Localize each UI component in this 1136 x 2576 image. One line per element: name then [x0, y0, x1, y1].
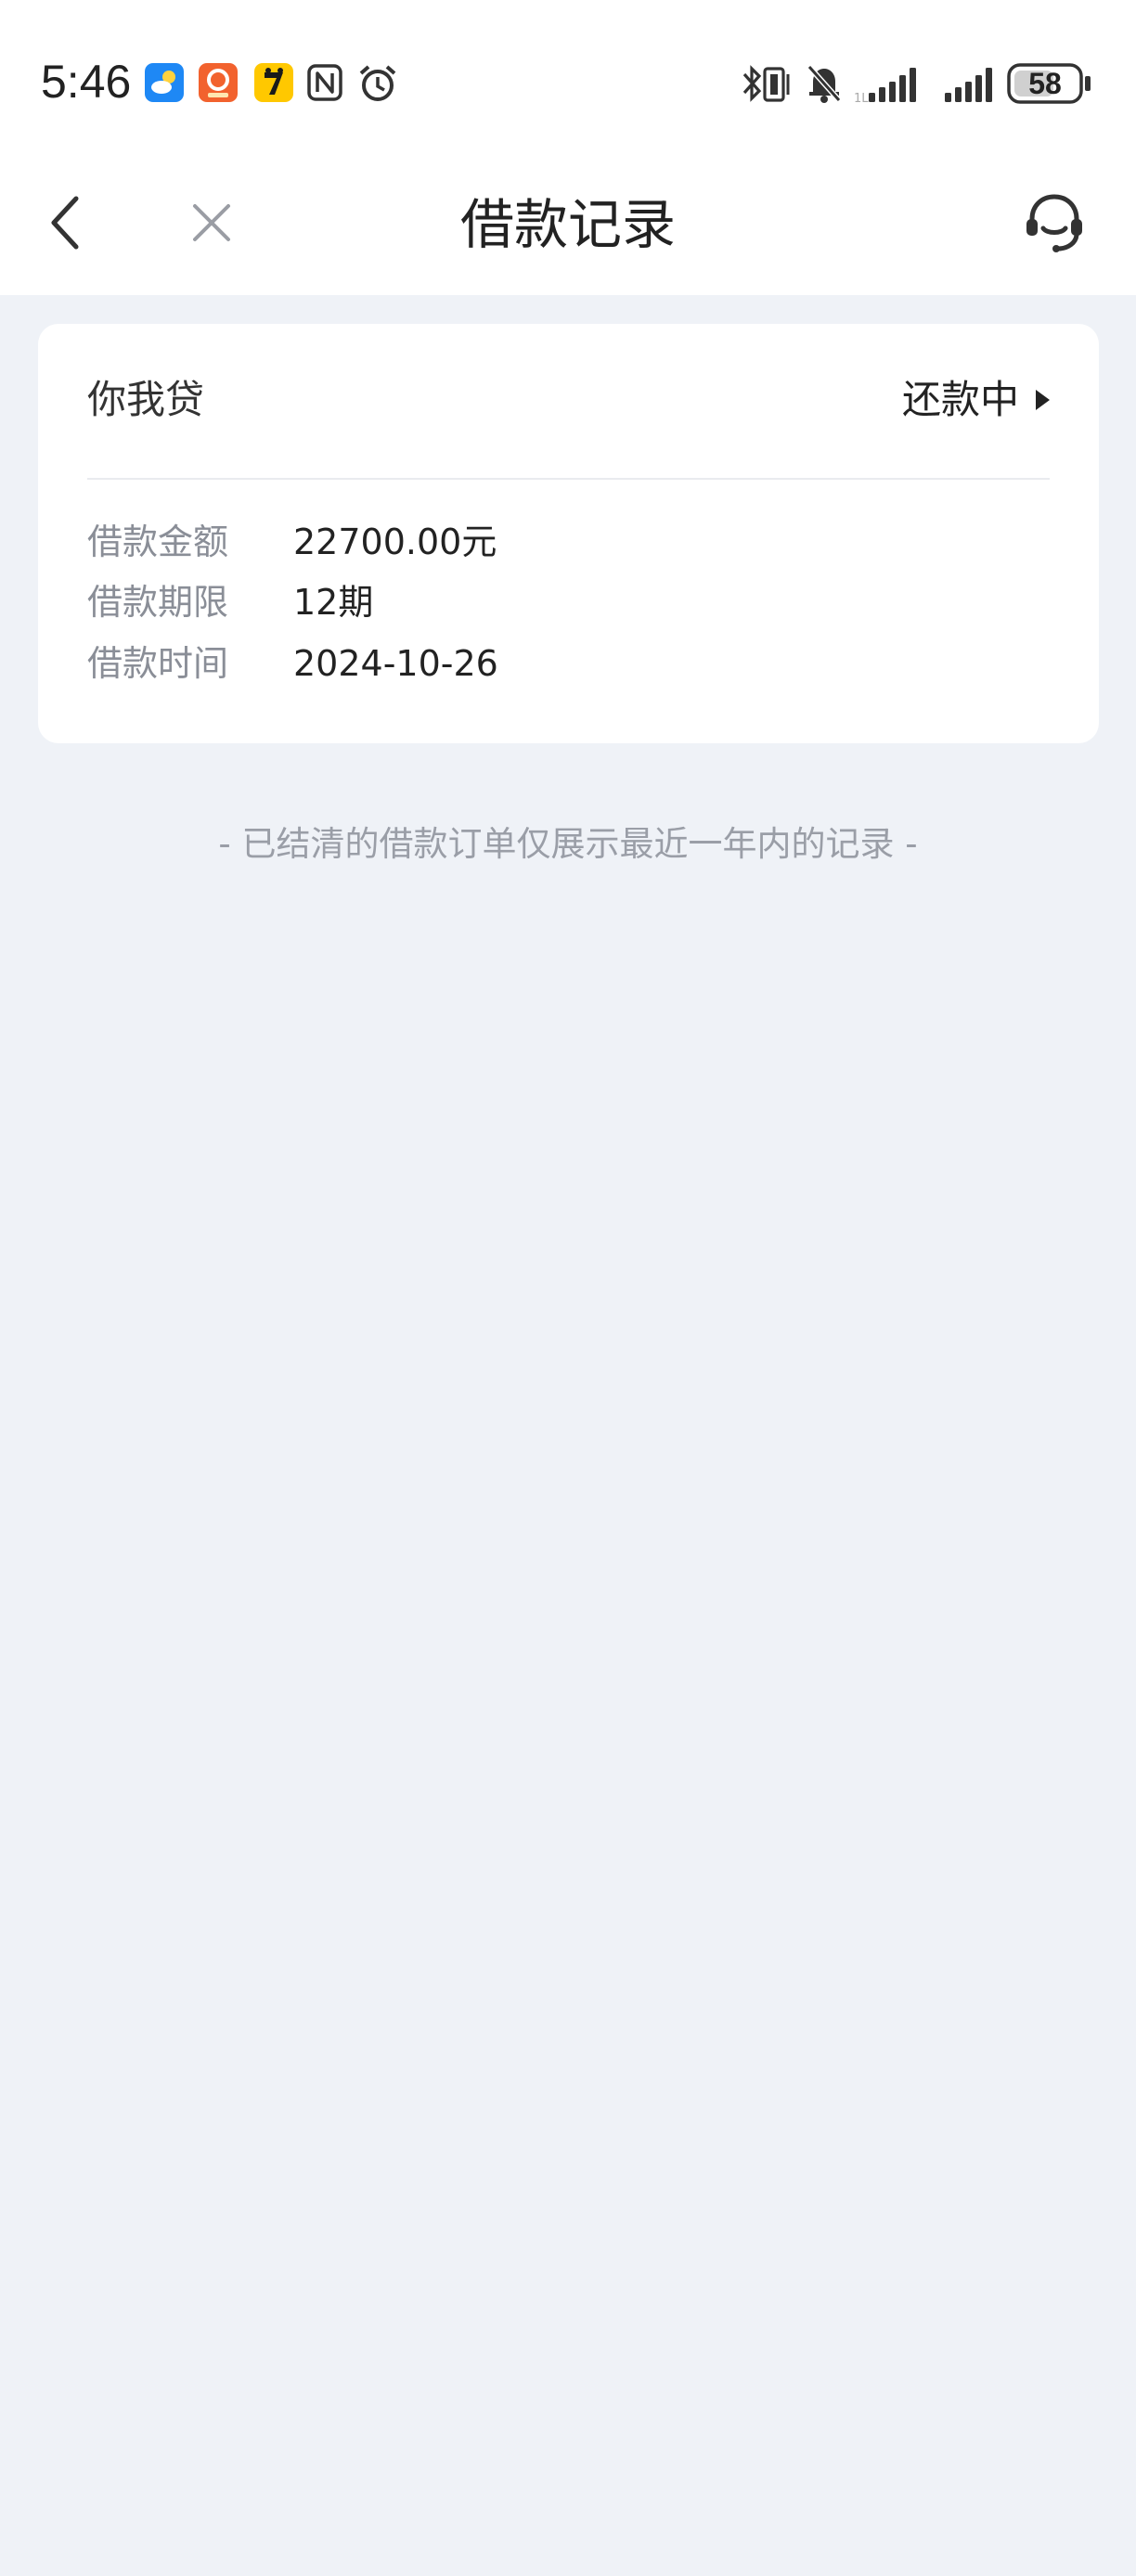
- close-button[interactable]: [169, 182, 254, 267]
- battery-icon: 58: [1006, 61, 1093, 106]
- qimao-app-icon: [254, 63, 293, 102]
- loan-amount-label: 借款金额: [87, 522, 229, 562]
- loan-record-card[interactable]: 你我贷 还款中 借款金额 22700.00元 借款期限 12期 借款时间 202…: [38, 324, 1099, 743]
- back-button[interactable]: [24, 182, 110, 267]
- card-header: 你我贷 还款中: [87, 324, 1050, 480]
- chevron-left-icon: [45, 193, 89, 256]
- signal-icon: 1L: [854, 61, 926, 109]
- alarm-icon: [356, 63, 399, 102]
- svg-text:1L: 1L: [854, 92, 869, 106]
- muted-bell-icon: [804, 61, 845, 109]
- loan-term-value: 12期: [293, 582, 374, 623]
- records-footer-note: - 已结清的借款订单仅展示最近一年内的记录 -: [218, 824, 918, 864]
- nav-bar: 借款记录: [0, 158, 1136, 295]
- status-label: 还款中: [901, 377, 1019, 422]
- bluetooth-vibrate-icon: [739, 61, 794, 109]
- signal-icon: [941, 61, 1000, 109]
- battery-level: 58: [1028, 67, 1062, 100]
- status-time: 5:46: [41, 56, 132, 108]
- loan-date-value: 2024-10-26: [293, 643, 498, 684]
- weather-app-icon: [145, 63, 184, 102]
- pinduoduo-app-icon: [199, 63, 238, 102]
- loan-term-label: 借款期限: [87, 582, 229, 623]
- nfc-icon: [306, 63, 343, 102]
- loan-amount-value: 22700.00元: [293, 522, 497, 562]
- status-bar: 5:46 1L 58: [0, 0, 1136, 158]
- customer-service-button[interactable]: [1012, 182, 1097, 267]
- triangle-right-icon: [1036, 390, 1050, 410]
- repayment-status-link[interactable]: 还款中: [902, 372, 1050, 428]
- headset-icon: [1021, 189, 1088, 260]
- loan-product-name: 你我贷: [87, 377, 205, 422]
- close-icon: [189, 200, 234, 249]
- loan-date-label: 借款时间: [87, 643, 229, 684]
